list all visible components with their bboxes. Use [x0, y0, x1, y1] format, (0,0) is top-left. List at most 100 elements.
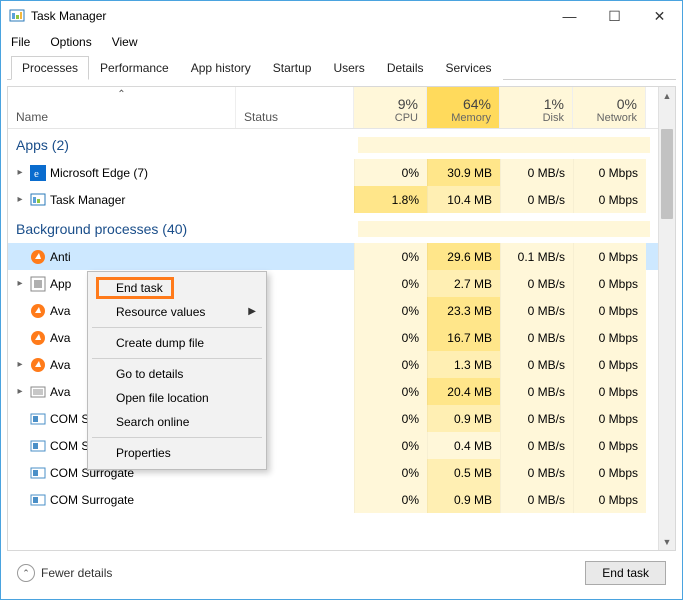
- process-icon: [30, 330, 46, 346]
- process-icon: [30, 249, 46, 265]
- ctx-go-details[interactable]: Go to details: [90, 362, 264, 386]
- ctx-open-location[interactable]: Open file location: [90, 386, 264, 410]
- col-name[interactable]: ⌃ Name: [8, 87, 236, 128]
- fewer-details-toggle[interactable]: ⌃ Fewer details: [17, 564, 112, 582]
- memory-cell: 10.4 MB: [427, 186, 500, 213]
- tab-performance[interactable]: Performance: [89, 56, 180, 80]
- maximize-button[interactable]: ☐: [592, 1, 637, 31]
- tab-services[interactable]: Services: [435, 56, 503, 80]
- ctx-create-dump[interactable]: Create dump file: [90, 331, 264, 355]
- cpu-cell: 0%: [354, 405, 427, 432]
- tab-users[interactable]: Users: [322, 56, 375, 80]
- group-apps: Apps (2): [8, 129, 658, 159]
- memory-cell: 30.9 MB: [427, 159, 500, 186]
- cpu-cell: 0%: [354, 486, 427, 513]
- memory-cell: 1.3 MB: [427, 351, 500, 378]
- ctx-search-online[interactable]: Search online: [90, 410, 264, 434]
- table-row[interactable]: Anti0%29.6 MB0.1 MB/s0 Mbps: [8, 243, 658, 270]
- col-name-label: Name: [16, 110, 227, 124]
- tabs: Processes Performance App history Startu…: [7, 55, 676, 80]
- col-status-label: Status: [244, 110, 278, 124]
- col-disk-label: Disk: [543, 112, 564, 124]
- status-cell: [236, 186, 354, 213]
- ctx-end-task[interactable]: End task: [90, 276, 264, 300]
- ctx-resource-values[interactable]: Resource values ▶: [90, 300, 264, 324]
- memory-cell: 29.6 MB: [427, 243, 500, 270]
- col-memory-label: Memory: [451, 112, 491, 124]
- expand-icon[interactable]: ▸: [14, 194, 26, 205]
- expand-icon[interactable]: ▸: [14, 278, 26, 289]
- tab-processes[interactable]: Processes: [11, 56, 89, 80]
- ctx-properties[interactable]: Properties: [90, 441, 264, 465]
- network-cell: 0 Mbps: [573, 243, 646, 270]
- cpu-cell: 0%: [354, 459, 427, 486]
- cpu-cell: 0%: [354, 159, 427, 186]
- memory-cell: 0.9 MB: [427, 486, 500, 513]
- col-memory[interactable]: 64% Memory: [427, 87, 500, 128]
- cpu-cell: 0%: [354, 297, 427, 324]
- status-cell: [236, 243, 354, 270]
- scroll-down-icon[interactable]: ▼: [659, 533, 675, 550]
- expand-icon[interactable]: ▸: [14, 359, 26, 370]
- cpu-cell: 0%: [354, 270, 427, 297]
- col-network[interactable]: 0% Network: [573, 87, 646, 128]
- menu-options[interactable]: Options: [46, 33, 95, 51]
- process-icon: [30, 438, 46, 454]
- expand-icon[interactable]: ▸: [14, 386, 26, 397]
- group-apps-title: Apps (2): [16, 137, 69, 153]
- group-background-title: Background processes (40): [16, 221, 187, 237]
- network-cell: 0 Mbps: [573, 432, 646, 459]
- tab-startup[interactable]: Startup: [262, 56, 323, 80]
- disk-cell: 0 MB/s: [500, 186, 573, 213]
- ctx-resource-values-label: Resource values: [116, 305, 205, 319]
- process-name-cell: ▸Task Manager: [8, 186, 236, 213]
- col-cpu[interactable]: 9% CPU: [354, 87, 427, 128]
- cpu-cell: 0%: [354, 378, 427, 405]
- process-icon: [30, 357, 46, 373]
- titlebar: Task Manager — ☐ ✕: [1, 1, 682, 31]
- process-name: Ava: [50, 385, 70, 399]
- process-name-cell: ▸eMicrosoft Edge (7): [8, 159, 236, 186]
- disk-cell: 0 MB/s: [500, 297, 573, 324]
- col-network-label: Network: [597, 112, 637, 124]
- disk-cell: 0 MB/s: [500, 405, 573, 432]
- col-cpu-pct: 9%: [398, 96, 418, 112]
- cpu-cell: 1.8%: [354, 186, 427, 213]
- table-row[interactable]: ▸Task Manager1.8%10.4 MB0 MB/s0 Mbps: [8, 186, 658, 213]
- process-name: Microsoft Edge (7): [50, 166, 148, 180]
- status-cell: [236, 486, 354, 513]
- disk-cell: 0 MB/s: [500, 378, 573, 405]
- minimize-button[interactable]: —: [547, 1, 592, 31]
- network-cell: 0 Mbps: [573, 159, 646, 186]
- disk-cell: 0.1 MB/s: [500, 243, 573, 270]
- close-button[interactable]: ✕: [637, 1, 682, 31]
- network-cell: 0 Mbps: [573, 378, 646, 405]
- scroll-up-icon[interactable]: ▲: [659, 87, 675, 104]
- table-row[interactable]: ▸eMicrosoft Edge (7)0%30.9 MB0 MB/s0 Mbp…: [8, 159, 658, 186]
- expand-icon[interactable]: ▸: [14, 167, 26, 178]
- task-manager-window: Task Manager — ☐ ✕ File Options View Pro…: [0, 0, 683, 600]
- end-task-button[interactable]: End task: [585, 561, 666, 585]
- scroll-thumb[interactable]: [661, 129, 673, 219]
- col-status[interactable]: Status: [236, 87, 354, 128]
- menu-view[interactable]: View: [108, 33, 142, 51]
- cpu-cell: 0%: [354, 243, 427, 270]
- table-row[interactable]: COM Surrogate0%0.9 MB0 MB/s0 Mbps: [8, 486, 658, 513]
- ctx-separator: [92, 437, 262, 438]
- process-name: App: [50, 277, 71, 291]
- tab-details[interactable]: Details: [376, 56, 435, 80]
- ctx-separator: [92, 327, 262, 328]
- disk-cell: 0 MB/s: [500, 324, 573, 351]
- col-disk[interactable]: 1% Disk: [500, 87, 573, 128]
- window-title: Task Manager: [31, 9, 106, 23]
- vertical-scrollbar[interactable]: ▲ ▼: [658, 87, 675, 550]
- memory-cell: 0.5 MB: [427, 459, 500, 486]
- ctx-separator: [92, 358, 262, 359]
- menu-file[interactable]: File: [7, 33, 34, 51]
- process-icon: [30, 465, 46, 481]
- col-memory-pct: 64%: [463, 96, 491, 112]
- group-background: Background processes (40): [8, 213, 658, 243]
- tab-app-history[interactable]: App history: [180, 56, 262, 80]
- col-network-pct: 0%: [617, 96, 637, 112]
- process-icon: [30, 303, 46, 319]
